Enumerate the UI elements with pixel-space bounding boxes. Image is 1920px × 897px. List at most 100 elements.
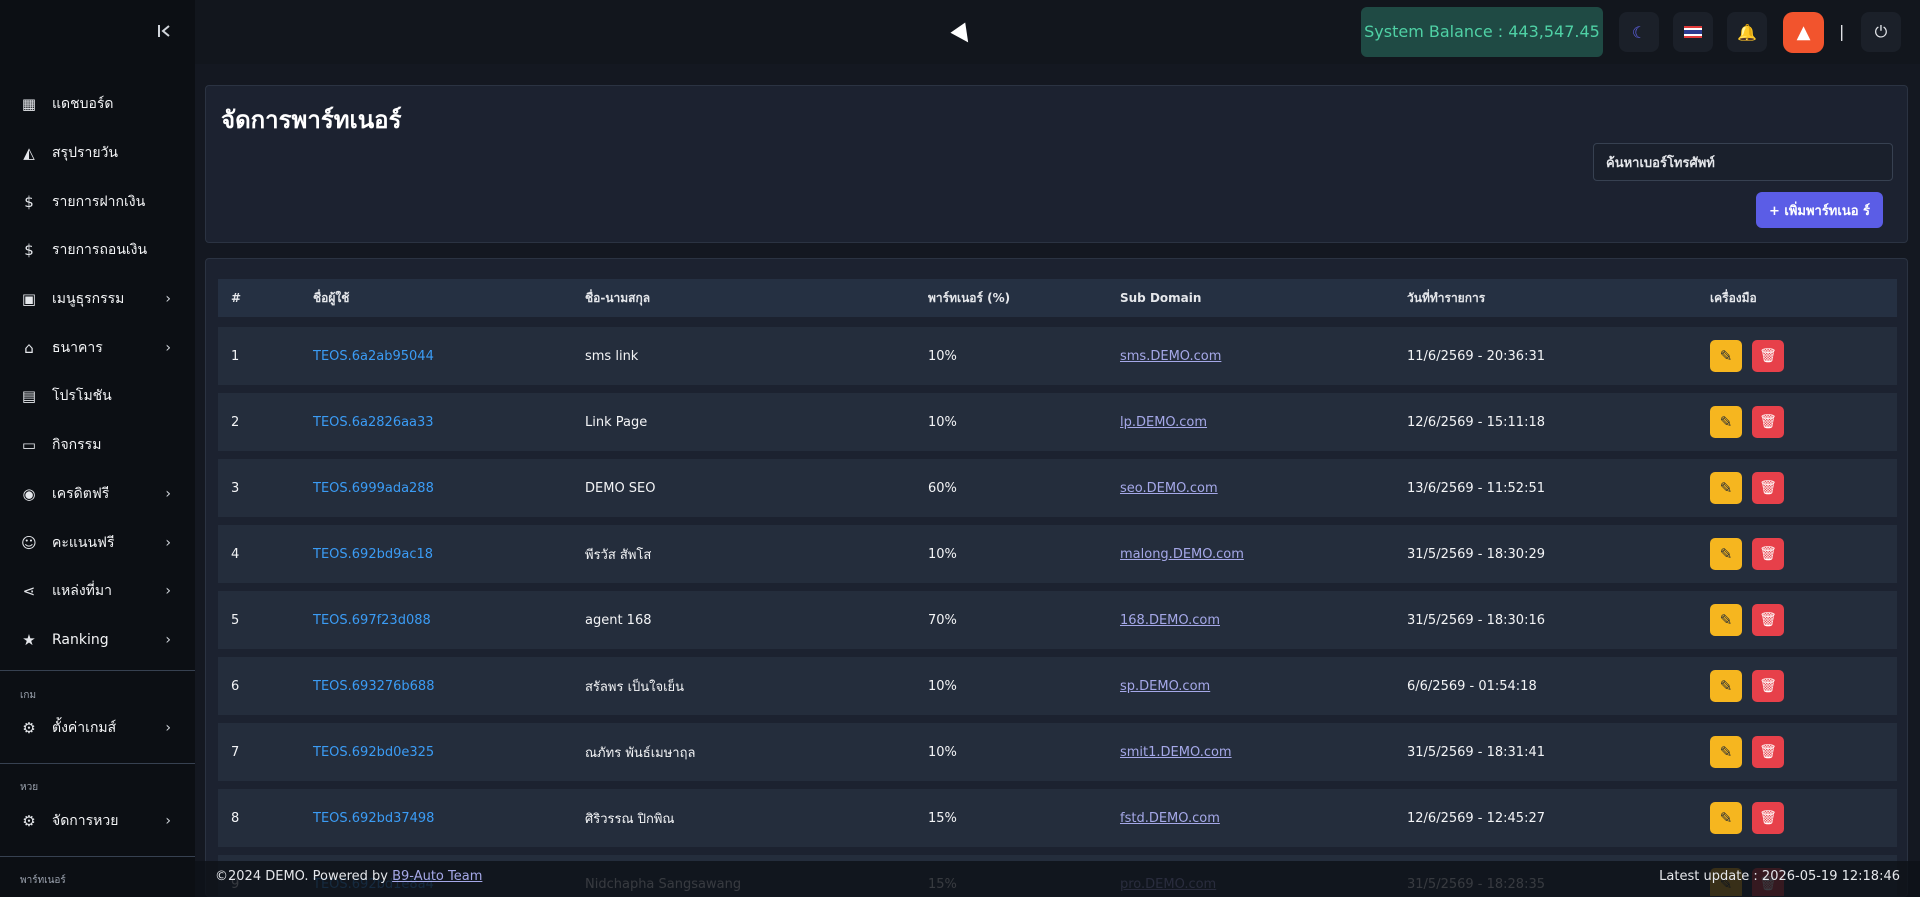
dollar-icon: $ xyxy=(24,192,34,211)
username-link[interactable]: TEOS.693276b688 xyxy=(300,679,572,694)
partner-percent: 70% xyxy=(928,612,957,628)
sidebar-item-label: คะแนนฟรี xyxy=(52,534,115,551)
sidebar-item[interactable]: ▦ แดชบอร์ด xyxy=(0,80,195,129)
subdomain-link[interactable]: sms.DEMO.com xyxy=(1107,349,1394,364)
row-number: 8 xyxy=(231,810,240,826)
edit-button[interactable]: ✎ xyxy=(1710,340,1742,372)
section-title-game: เกม xyxy=(20,690,37,701)
sidebar-item[interactable]: ⋖ แหล่งที่มา › xyxy=(0,567,195,616)
sidebar-item[interactable]: ⌂ ธนาคาร › xyxy=(0,323,195,372)
username-link[interactable]: TEOS.6999ada288 xyxy=(300,481,572,496)
pencil-icon: ✎ xyxy=(1719,545,1733,563)
smile-icon: ☺ xyxy=(21,533,37,552)
topbar: System Balance : 443,547.45 ☾ 🔔 ▲ | ⏻ xyxy=(195,0,1920,64)
edit-button[interactable]: ✎ xyxy=(1710,670,1742,702)
delete-button[interactable]: 🗑 xyxy=(1752,736,1784,768)
pencil-icon: ✎ xyxy=(1719,347,1733,365)
sidebar-item[interactable]: ☺ คะแนนฟรี › xyxy=(0,518,195,567)
money-icon: ▣ xyxy=(21,290,37,309)
add-partner-button[interactable]: + เพิ่มพาร์ทเนอ ร์ xyxy=(1756,192,1883,228)
collapse-sidebar-icon[interactable] xyxy=(156,22,176,42)
sidebar-item[interactable]: ▤ โปรโมชัน xyxy=(0,372,195,421)
row-tools: ✎🗑 xyxy=(1697,472,1897,504)
column-header[interactable]: Sub Domain xyxy=(1107,291,1394,305)
edit-button[interactable]: ✎ xyxy=(1710,406,1742,438)
subdomain-link[interactable]: sp.DEMO.com xyxy=(1107,679,1394,694)
column-header[interactable]: ชื่อ-นามสกุล xyxy=(572,289,915,308)
chevron-right-icon: › xyxy=(165,813,171,830)
edit-button[interactable]: ✎ xyxy=(1710,736,1742,768)
chart-area-icon: ◭ xyxy=(23,144,35,163)
sidebar-item-game-settings[interactable]: ⚙ ตั้งค่าเกมส์ › xyxy=(0,704,195,753)
delete-button[interactable]: 🗑 xyxy=(1752,538,1784,570)
delete-button[interactable]: 🗑 xyxy=(1752,802,1784,834)
delete-button[interactable]: 🗑 xyxy=(1752,340,1784,372)
chevron-right-icon: › xyxy=(165,720,171,737)
username-link[interactable]: TEOS.692bd37498 xyxy=(300,811,572,826)
sidebar-item[interactable]: ◭ สรุปรายวัน xyxy=(0,129,195,178)
row-number: 7 xyxy=(231,744,240,760)
subdomain-link[interactable]: malong.DEMO.com xyxy=(1107,547,1394,562)
column-header[interactable]: ชื่อผู้ใช้ xyxy=(300,289,572,308)
sidebar-item[interactable]: ◉ เครดิตฟรี › xyxy=(0,470,195,519)
row-number: 4 xyxy=(231,546,240,562)
delete-button[interactable]: 🗑 xyxy=(1752,472,1784,504)
bell-icon[interactable]: 🔔 xyxy=(1727,12,1767,52)
thai-flag-icon[interactable] xyxy=(1673,12,1713,52)
footer-link[interactable]: B9-Auto Team xyxy=(392,869,482,884)
username-link[interactable]: TEOS.6a2ab95044 xyxy=(300,349,572,364)
row-tools: ✎🗑 xyxy=(1697,736,1897,768)
pencil-icon: ✎ xyxy=(1719,611,1733,629)
table-row: 1 TEOS.6a2ab95044 sms link 10% sms.DEMO.com 1… xyxy=(218,327,1897,385)
column-header[interactable]: พาร์ทเนอร์ (%) xyxy=(915,289,1107,308)
row-tools: ✎🗑 xyxy=(1697,538,1897,570)
edit-button[interactable]: ✎ xyxy=(1710,604,1742,636)
partner-table-card: # ชื่อผู้ใช้ ชื่อ-นามสกุล พาร์ทเนอร์ (%)… xyxy=(205,258,1908,897)
sidebar-item[interactable]: ★ Ranking › xyxy=(0,616,195,665)
trash-icon: 🗑 xyxy=(1759,480,1777,496)
chevron-right-icon: › xyxy=(165,631,171,648)
subdomain-link[interactable]: lp.DEMO.com xyxy=(1107,415,1394,430)
sidebar-item[interactable]: $ รายการฝากเงิน xyxy=(0,177,195,226)
search-input[interactable] xyxy=(1593,143,1893,181)
username-link[interactable]: TEOS.692bd9ac18 xyxy=(300,547,572,562)
subdomain-link[interactable]: 168.DEMO.com xyxy=(1107,613,1394,628)
chevron-right-icon: › xyxy=(165,583,171,600)
logout-icon[interactable]: ⏻ xyxy=(1861,12,1901,52)
row-number: 5 xyxy=(231,612,240,628)
full-name: Link Page xyxy=(585,414,648,430)
sidebar-item[interactable]: ▣ เมนูธุรกรรม › xyxy=(0,275,195,324)
sidebar-item[interactable]: ▭ กิจกรรม xyxy=(0,421,195,470)
partner-percent: 10% xyxy=(928,678,957,694)
username-link[interactable]: TEOS.6a2826aa33 xyxy=(300,415,572,430)
sidebar-item-lotto[interactable]: ⚙ จัดการหวย › xyxy=(0,797,195,846)
delete-button[interactable]: 🗑 xyxy=(1752,406,1784,438)
chevron-right-icon: › xyxy=(165,339,171,356)
row-tools: ✎🗑 xyxy=(1697,670,1897,702)
delete-button[interactable]: 🗑 xyxy=(1752,670,1784,702)
subdomain-link[interactable]: fstd.DEMO.com xyxy=(1107,811,1394,826)
edit-button[interactable]: ✎ xyxy=(1710,802,1742,834)
table-row: 6 TEOS.693276b688 สรัลพร เป็นใจเย็น 10% sp.D… xyxy=(218,657,1897,715)
table-row: 8 TEOS.692bd37498 ศิริวรรณ ปิกพิณ 15% fstd.D… xyxy=(218,789,1897,847)
sidebar-item-label: Ranking xyxy=(52,631,109,648)
subdomain-link[interactable]: seo.DEMO.com xyxy=(1107,481,1394,496)
moon-icon[interactable]: ☾ xyxy=(1619,12,1659,52)
edit-button[interactable]: ✎ xyxy=(1710,472,1742,504)
column-header: เครื่องมือ xyxy=(1710,290,1757,305)
edit-button[interactable]: ✎ xyxy=(1710,538,1742,570)
table-header: # ชื่อผู้ใช้ ชื่อ-นามสกุล พาร์ทเนอร์ (%)… xyxy=(218,279,1897,317)
sidebar-item[interactable]: $ รายการถอนเงิน xyxy=(0,226,195,275)
username-link[interactable]: TEOS.692bd0e325 xyxy=(300,745,572,760)
subdomain-link[interactable]: smit1.DEMO.com xyxy=(1107,745,1394,760)
sidebar-item-label: กิจกรรม xyxy=(52,437,102,454)
warning-icon[interactable]: ▲ xyxy=(1783,12,1824,53)
username-link[interactable]: TEOS.697f23d088 xyxy=(300,613,572,628)
delete-button[interactable]: 🗑 xyxy=(1752,604,1784,636)
chevron-right-icon: › xyxy=(165,485,171,502)
column-header[interactable]: # xyxy=(218,291,300,305)
trash-icon: 🗑 xyxy=(1759,612,1777,628)
column-header[interactable]: วันที่ทำรายการ xyxy=(1394,289,1697,308)
trash-icon: 🗑 xyxy=(1759,744,1777,760)
table-row: 3 TEOS.6999ada288 DEMO SEO 60% seo.DEMO.com 1… xyxy=(218,459,1897,517)
